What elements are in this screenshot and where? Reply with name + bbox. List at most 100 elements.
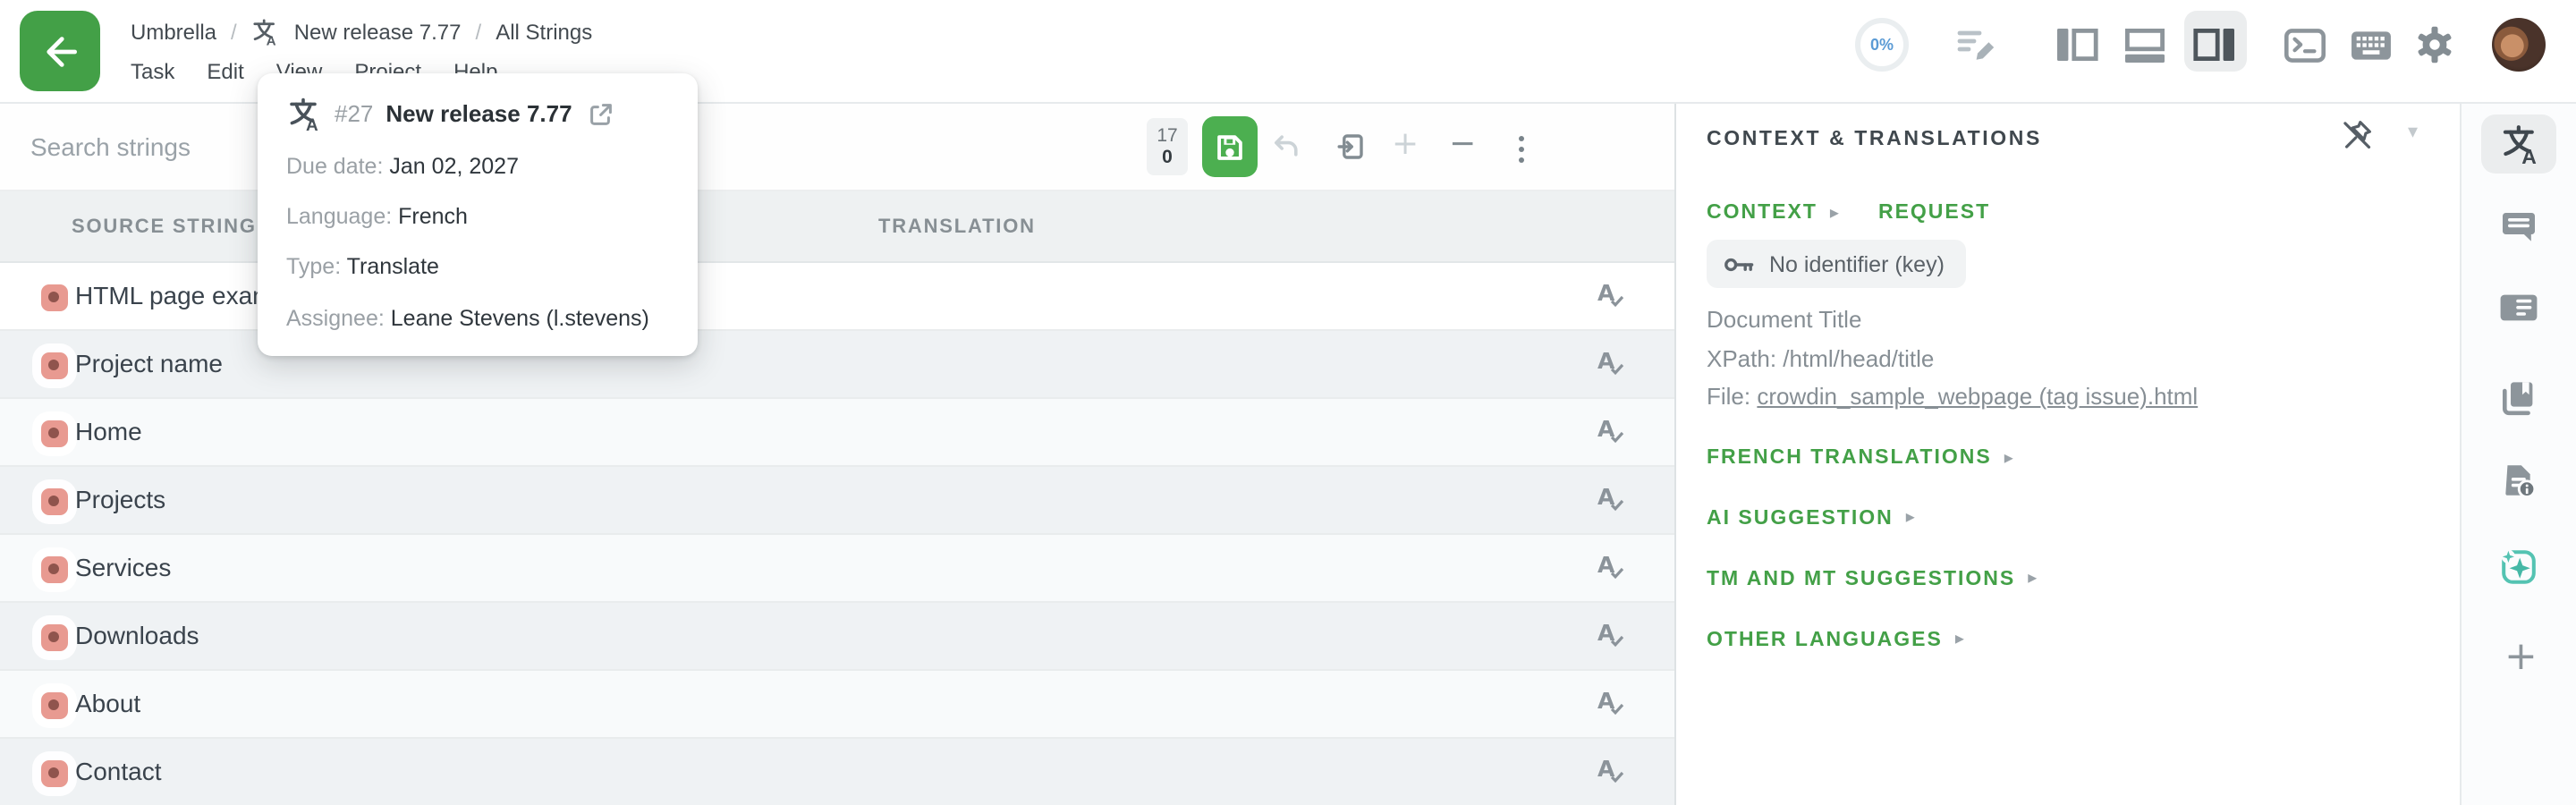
section-french-translations[interactable]: FRENCH TRANSLATIONS▸ (1707, 447, 2015, 469)
progress-percent: 0% (1870, 36, 1894, 54)
search-bar: 17 0 + − (0, 104, 1674, 191)
ai-sparkle-icon[interactable] (2499, 547, 2538, 587)
context-title-line: Document Title (1707, 301, 2198, 339)
spellcheck-icon[interactable]: A (1597, 619, 1630, 651)
layout-left-icon[interactable] (2055, 27, 2098, 63)
crowdin-editor-window: Umbrella / A New release 7.77 / All Stri… (0, 0, 2576, 805)
file-link[interactable]: crowdin_sample_webpage (tag issue).html (1757, 383, 2198, 410)
section-tm-mt-suggestions[interactable]: TM AND MT SUGGESTIONS▸ (1707, 568, 2038, 589)
string-list: HTML page example A Project name A Home … (0, 263, 1674, 805)
breadcrumb-separator: / (476, 20, 482, 45)
string-row[interactable]: Downloads A (0, 603, 1674, 671)
minus-icon[interactable]: − (1449, 125, 1476, 163)
string-row[interactable]: Projects A (0, 467, 1674, 535)
string-row[interactable]: Contact A (0, 739, 1674, 805)
section-ai-suggestion[interactable]: AI SUGGESTION▸ (1707, 507, 1917, 529)
breadcrumb-project[interactable]: Umbrella (131, 20, 216, 45)
context-panel: CONTEXT & TRANSLATIONS ▾ CONTEXT ▸ REQUE… (1674, 104, 2460, 805)
edit-translations-icon[interactable] (1955, 27, 1998, 63)
breadcrumb-task[interactable]: New release 7.77 (294, 20, 462, 45)
translate-icon: A (251, 18, 280, 47)
chevron-right-icon: ▸ (2004, 448, 2015, 468)
string-counter[interactable]: 17 0 (1147, 118, 1188, 175)
task-title: New release 7.77 (386, 100, 572, 127)
external-link-icon[interactable] (589, 101, 614, 126)
spellcheck-icon[interactable]: A (1597, 755, 1630, 787)
spellcheck-icon[interactable]: A (1597, 347, 1630, 379)
spellcheck-icon[interactable]: A (1597, 483, 1630, 515)
task-tooltip-fields: Due date: Jan 02, 2027 Language: French … (286, 140, 673, 343)
column-header: SOURCE STRING TRANSLATION (0, 191, 1674, 263)
keyboard-icon[interactable] (2351, 30, 2392, 61)
string-row[interactable]: Project name A (0, 331, 1674, 399)
string-row[interactable]: Services A (0, 535, 1674, 603)
context-file-line: File: crowdin_sample_webpage (tag issue)… (1707, 377, 2198, 416)
counter-done: 0 (1162, 147, 1173, 168)
copy-paste-icon[interactable] (1336, 132, 1365, 161)
context-panel-title: CONTEXT & TRANSLATIONS (1707, 129, 2042, 150)
context-tabs: CONTEXT ▸ REQUEST (1707, 202, 1990, 224)
plus-icon[interactable]: + (1392, 125, 1419, 163)
column-translation: TRANSLATION (878, 216, 1036, 238)
file-info-icon[interactable] (2499, 462, 2537, 499)
strings-panel: 17 0 + − SOURCE STRING TRANSLATION (0, 104, 1674, 805)
save-button[interactable] (1202, 116, 1258, 177)
chevron-right-icon: ▸ (1906, 508, 1917, 528)
chevron-right-icon: ▸ (1955, 630, 1966, 649)
undo-icon[interactable] (1272, 134, 1301, 159)
context-details: Document Title XPath: /html/head/title F… (1707, 301, 2198, 416)
string-row[interactable]: Home A (0, 399, 1674, 467)
identifier-badge: No identifier (key) (1707, 240, 1966, 288)
card-icon[interactable] (2499, 293, 2538, 322)
caret-down-icon[interactable]: ▾ (2408, 120, 2418, 143)
status-untranslated-icon (41, 352, 68, 378)
tab-request[interactable]: REQUEST (1878, 202, 1990, 224)
section-other-languages[interactable]: OTHER LANGUAGES▸ (1707, 629, 1966, 650)
key-icon (1723, 253, 1755, 275)
task-id: #27 (335, 100, 373, 127)
gear-icon[interactable] (2415, 25, 2454, 64)
task-tooltip-header: A #27 New release 7.77 (286, 94, 673, 133)
right-icon-rail: A + (2460, 104, 2576, 805)
breadcrumb-section[interactable]: All Strings (496, 20, 592, 45)
pin-off-icon[interactable] (2340, 118, 2374, 152)
status-untranslated-icon (41, 691, 68, 718)
avatar[interactable] (2492, 18, 2546, 72)
context-xpath-line: XPath: /html/head/title (1707, 339, 2198, 377)
string-row[interactable]: About A (0, 671, 1674, 739)
add-icon[interactable]: + (2504, 640, 2538, 676)
comment-icon[interactable] (2499, 209, 2538, 245)
status-untranslated-icon (41, 759, 68, 786)
tab-context[interactable]: CONTEXT (1707, 202, 1818, 224)
back-button[interactable] (20, 11, 100, 91)
kebab-menu-icon[interactable] (1512, 129, 1532, 171)
task-tooltip: A #27 New release 7.77 Due date: Jan 02,… (258, 72, 698, 355)
chevron-right-icon: ▸ (2028, 569, 2038, 589)
spellcheck-icon[interactable]: A (1597, 551, 1630, 583)
spellcheck-icon[interactable]: A (1597, 687, 1630, 719)
svg-text:A: A (267, 33, 276, 47)
save-icon (1215, 131, 1245, 162)
chevron-right-icon: ▸ (1830, 203, 1841, 223)
progress-ring[interactable]: 0% (1855, 18, 1909, 72)
translate-panel-icon[interactable]: A (2499, 123, 2540, 165)
spellcheck-icon[interactable]: A (1597, 415, 1630, 447)
layout-bottom-icon[interactable] (2123, 27, 2166, 63)
console-icon[interactable] (2284, 29, 2326, 63)
breadcrumb-separator: / (231, 20, 237, 45)
svg-text:A: A (2521, 145, 2537, 165)
column-source: SOURCE STRING (72, 216, 257, 238)
layout-right-icon[interactable] (2193, 27, 2236, 63)
menu-task[interactable]: Task (131, 59, 174, 84)
counter-total: 17 (1157, 125, 1177, 147)
breadcrumb: Umbrella / A New release 7.77 / All Stri… (131, 14, 592, 50)
svg-text:A: A (306, 115, 318, 131)
back-arrow-icon (38, 30, 81, 72)
glossary-icon[interactable] (2499, 379, 2537, 417)
status-untranslated-icon (41, 487, 68, 514)
status-untranslated-icon (41, 284, 68, 310)
string-row[interactable]: HTML page example A (0, 263, 1674, 331)
menu-edit[interactable]: Edit (207, 59, 243, 84)
identifier-text: No identifier (key) (1769, 251, 1945, 276)
spellcheck-icon[interactable]: A (1597, 279, 1630, 311)
